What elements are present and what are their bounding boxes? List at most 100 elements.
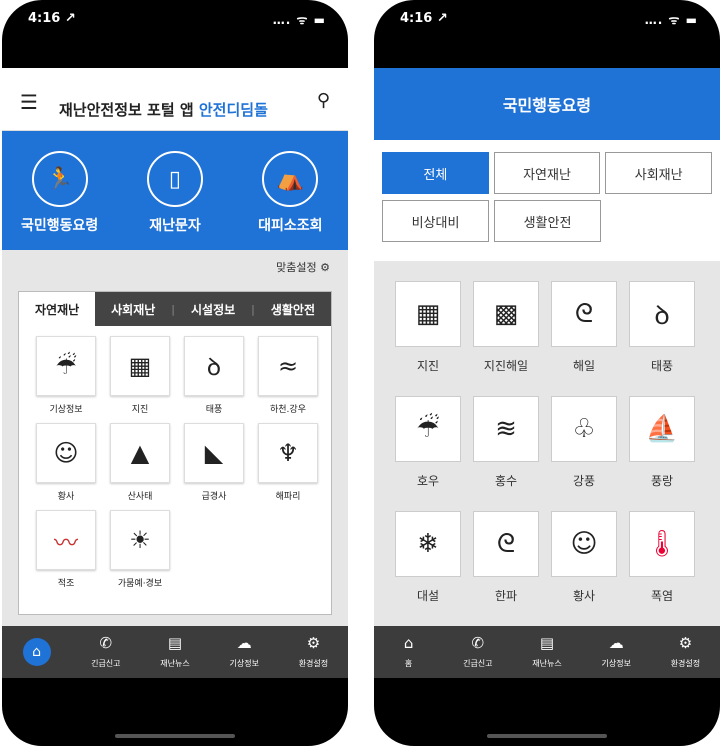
tab-natural-disaster[interactable]: 자연재난: [19, 292, 96, 326]
tab-label: 환경설정: [298, 659, 329, 668]
search-icon[interactable]: ⚲: [317, 90, 330, 111]
tab-label: 기상정보: [601, 659, 631, 668]
grid-item[interactable]: 🌡 폭염: [628, 511, 696, 622]
landslide-icon: ▲: [110, 423, 170, 483]
action-guide-screen: 국민행동요령 전체 자연재난 사회재난 비상대비 생활안전 ▦ 지진 ▩ 지진해일 …: [374, 68, 720, 678]
heavy-rain-icon: ☔: [395, 396, 461, 462]
grid-item[interactable]: ☀ 가뭄예·경보: [106, 510, 174, 589]
category-emergency-prep[interactable]: 비상대비: [382, 200, 489, 242]
running-person-icon: 🏃: [31, 151, 88, 207]
tab-weather[interactable]: ☁ 기상정보: [210, 635, 279, 669]
tab-weather[interactable]: ☁ 기상정보: [582, 635, 651, 669]
tab-settings[interactable]: ⚙ 환경설정: [651, 635, 720, 669]
heavy-snow-icon: ❄: [395, 511, 461, 577]
category-tabs: 자연재난 사회재난 | 시설정보 | 생활안전: [19, 292, 331, 326]
gear-icon: ⚙: [306, 634, 321, 652]
grid-item[interactable]: ▦ 지진: [106, 336, 174, 415]
grid-item-label: 대설: [416, 589, 440, 603]
grid-item[interactable]: ⛵ 풍랑: [628, 396, 696, 507]
grid-item[interactable]: ♧ 강풍: [550, 396, 618, 507]
status-bar: 4:16 ↗ …. ᯤ ▬: [374, 0, 720, 38]
custom-settings-row: 맞춤설정 ⚙: [2, 250, 348, 280]
jellyfish-icon: ♆: [258, 423, 318, 483]
grid-item[interactable]: ꝺ 태풍: [180, 336, 248, 415]
tab-label: 기상정보: [229, 659, 259, 668]
thermometer-icon: 🌡: [629, 511, 695, 577]
smartphone-icon: ▯: [146, 151, 203, 207]
grid-item-label: 지진해일: [483, 359, 529, 373]
status-bar: 4:16 ↗ …. ᯤ ▬: [2, 0, 348, 38]
grid-item[interactable]: ♆ 해파리: [254, 423, 322, 502]
category-all[interactable]: 전체: [382, 152, 489, 194]
grid-item[interactable]: ☔ 호우: [394, 396, 462, 507]
grid-item[interactable]: ᘓ 해일: [550, 281, 618, 392]
strong-wind-icon: ♧: [551, 396, 617, 462]
grid-item[interactable]: ▲ 산사태: [106, 423, 174, 502]
grid-item-label: 기상정보: [49, 405, 83, 415]
custom-settings-button[interactable]: 맞춤설정 ⚙: [276, 259, 330, 275]
tab-disaster-news[interactable]: ▤ 재난뉴스: [140, 635, 209, 669]
grid-item-label: 급경사: [201, 492, 227, 502]
shortcut-action-guide[interactable]: 🏃 국민행동요령: [10, 151, 110, 250]
cold-wave-icon: ᘓ: [473, 511, 539, 577]
tab-emergency-report[interactable]: ✆ 긴급신고: [71, 635, 140, 669]
shortcut-label: 대피소조회: [258, 218, 323, 234]
grid-item[interactable]: ☔ 기상정보: [32, 336, 100, 415]
phone-left: 4:16 ↗ …. ᯤ ▬ ☰ 재난안전정보 포털 앱 안전디딤돌 ⚲ 🏃 국민…: [2, 0, 348, 746]
tab-social-disaster[interactable]: 사회재난: [95, 292, 171, 326]
grid-item[interactable]: ☺ 황사: [32, 423, 100, 502]
weather-icon: ☁: [236, 634, 252, 652]
tab-emergency-report[interactable]: ✆ 긴급신고: [443, 635, 512, 669]
category-life-safety[interactable]: 생활안전: [494, 200, 601, 242]
tab-home[interactable]: ⌂ 홈: [374, 635, 443, 669]
tab-disaster-news[interactable]: ▤ 재난뉴스: [512, 635, 581, 669]
shortcut-disaster-sms[interactable]: ▯ 재난문자: [125, 151, 225, 250]
grid-item[interactable]: 〰 적조: [32, 510, 100, 589]
grid-item[interactable]: ᘓ 한파: [472, 511, 540, 622]
grid-item-label: 해파리: [275, 492, 301, 502]
grid-item-label: 황사: [572, 589, 596, 603]
tab-label: 홈: [404, 659, 413, 668]
tab-facility-info[interactable]: 시설정보: [175, 292, 251, 326]
grid-item[interactable]: ❄ 대설: [394, 511, 462, 622]
category-social[interactable]: 사회재난: [605, 152, 713, 194]
grid-item[interactable]: ▩ 지진해일: [472, 281, 540, 392]
grid-item[interactable]: ≋ 홍수: [472, 396, 540, 507]
category-natural[interactable]: 자연재난: [493, 152, 601, 194]
status-time: 4:16 ↗: [400, 11, 448, 26]
shortcut-shelter-search[interactable]: ⛺ 대피소조회: [240, 151, 340, 250]
shortcut-label: 국민행동요령: [21, 218, 99, 234]
grid-item-label: 황사: [57, 492, 75, 502]
tab-life-safety[interactable]: 생활안전: [255, 292, 331, 326]
earthquake-icon: ▦: [395, 281, 461, 347]
page-title: 국민행동요령: [374, 68, 720, 140]
grid-item[interactable]: ꝺ 태풍: [628, 281, 696, 392]
grid-item-label: 홍수: [494, 474, 518, 488]
home-screen: ☰ 재난안전정보 포털 앱 안전디딤돌 ⚲ 🏃 국민행동요령 ▯ 재난문자 ⛺ …: [2, 68, 348, 678]
tab-home[interactable]: ⌂: [2, 638, 71, 666]
grid-item[interactable]: ☺ 황사: [550, 511, 618, 622]
grid-item[interactable]: ◣ 급경사: [180, 423, 248, 502]
phone-icon: ✆: [99, 634, 113, 652]
phone-right: 4:16 ↗ …. ᯤ ▬ 국민행동요령 전체 자연재난 사회재난 비상대비 생…: [374, 0, 720, 746]
app-header: ☰ 재난안전정보 포털 앱 안전디딤돌 ⚲: [2, 68, 348, 131]
grid-item-label: 지진: [416, 359, 440, 373]
status-time: 4:16 ↗: [28, 11, 76, 26]
tab-label: 환경설정: [670, 659, 701, 668]
drought-icon: ☀: [110, 510, 170, 570]
grid-item-label: 태풍: [205, 405, 223, 415]
home-indicator: [487, 734, 607, 738]
grid-item-label: 산사태: [127, 492, 153, 502]
grid-item[interactable]: ≈ 하천.강우: [254, 336, 322, 415]
status-icons: …. ᯤ ▬: [272, 13, 326, 27]
disaster-grid: ☔ 기상정보 ▦ 지진 ꝺ 태풍 ≈ 하천.강우 ☺ 황사 ▲ 산사태 ◣ 급경사 ♆ 해파리 …: [19, 326, 331, 599]
earthquake-icon: ▦: [110, 336, 170, 396]
shortcut-label: 재난문자: [149, 218, 201, 234]
menu-icon[interactable]: ☰: [20, 90, 38, 114]
bottom-tab-bar: ⌂ 홈 ✆ 긴급신고 ▤ 재난뉴스 ☁ 기상정보 ⚙ 환경설정: [374, 626, 720, 678]
typhoon-icon: ꝺ: [184, 336, 244, 396]
wave-icon: ᘓ: [551, 281, 617, 347]
grid-item[interactable]: ▦ 지진: [394, 281, 462, 392]
tab-label: 긴급신고: [463, 659, 493, 668]
tab-settings[interactable]: ⚙ 환경설정: [279, 635, 348, 669]
